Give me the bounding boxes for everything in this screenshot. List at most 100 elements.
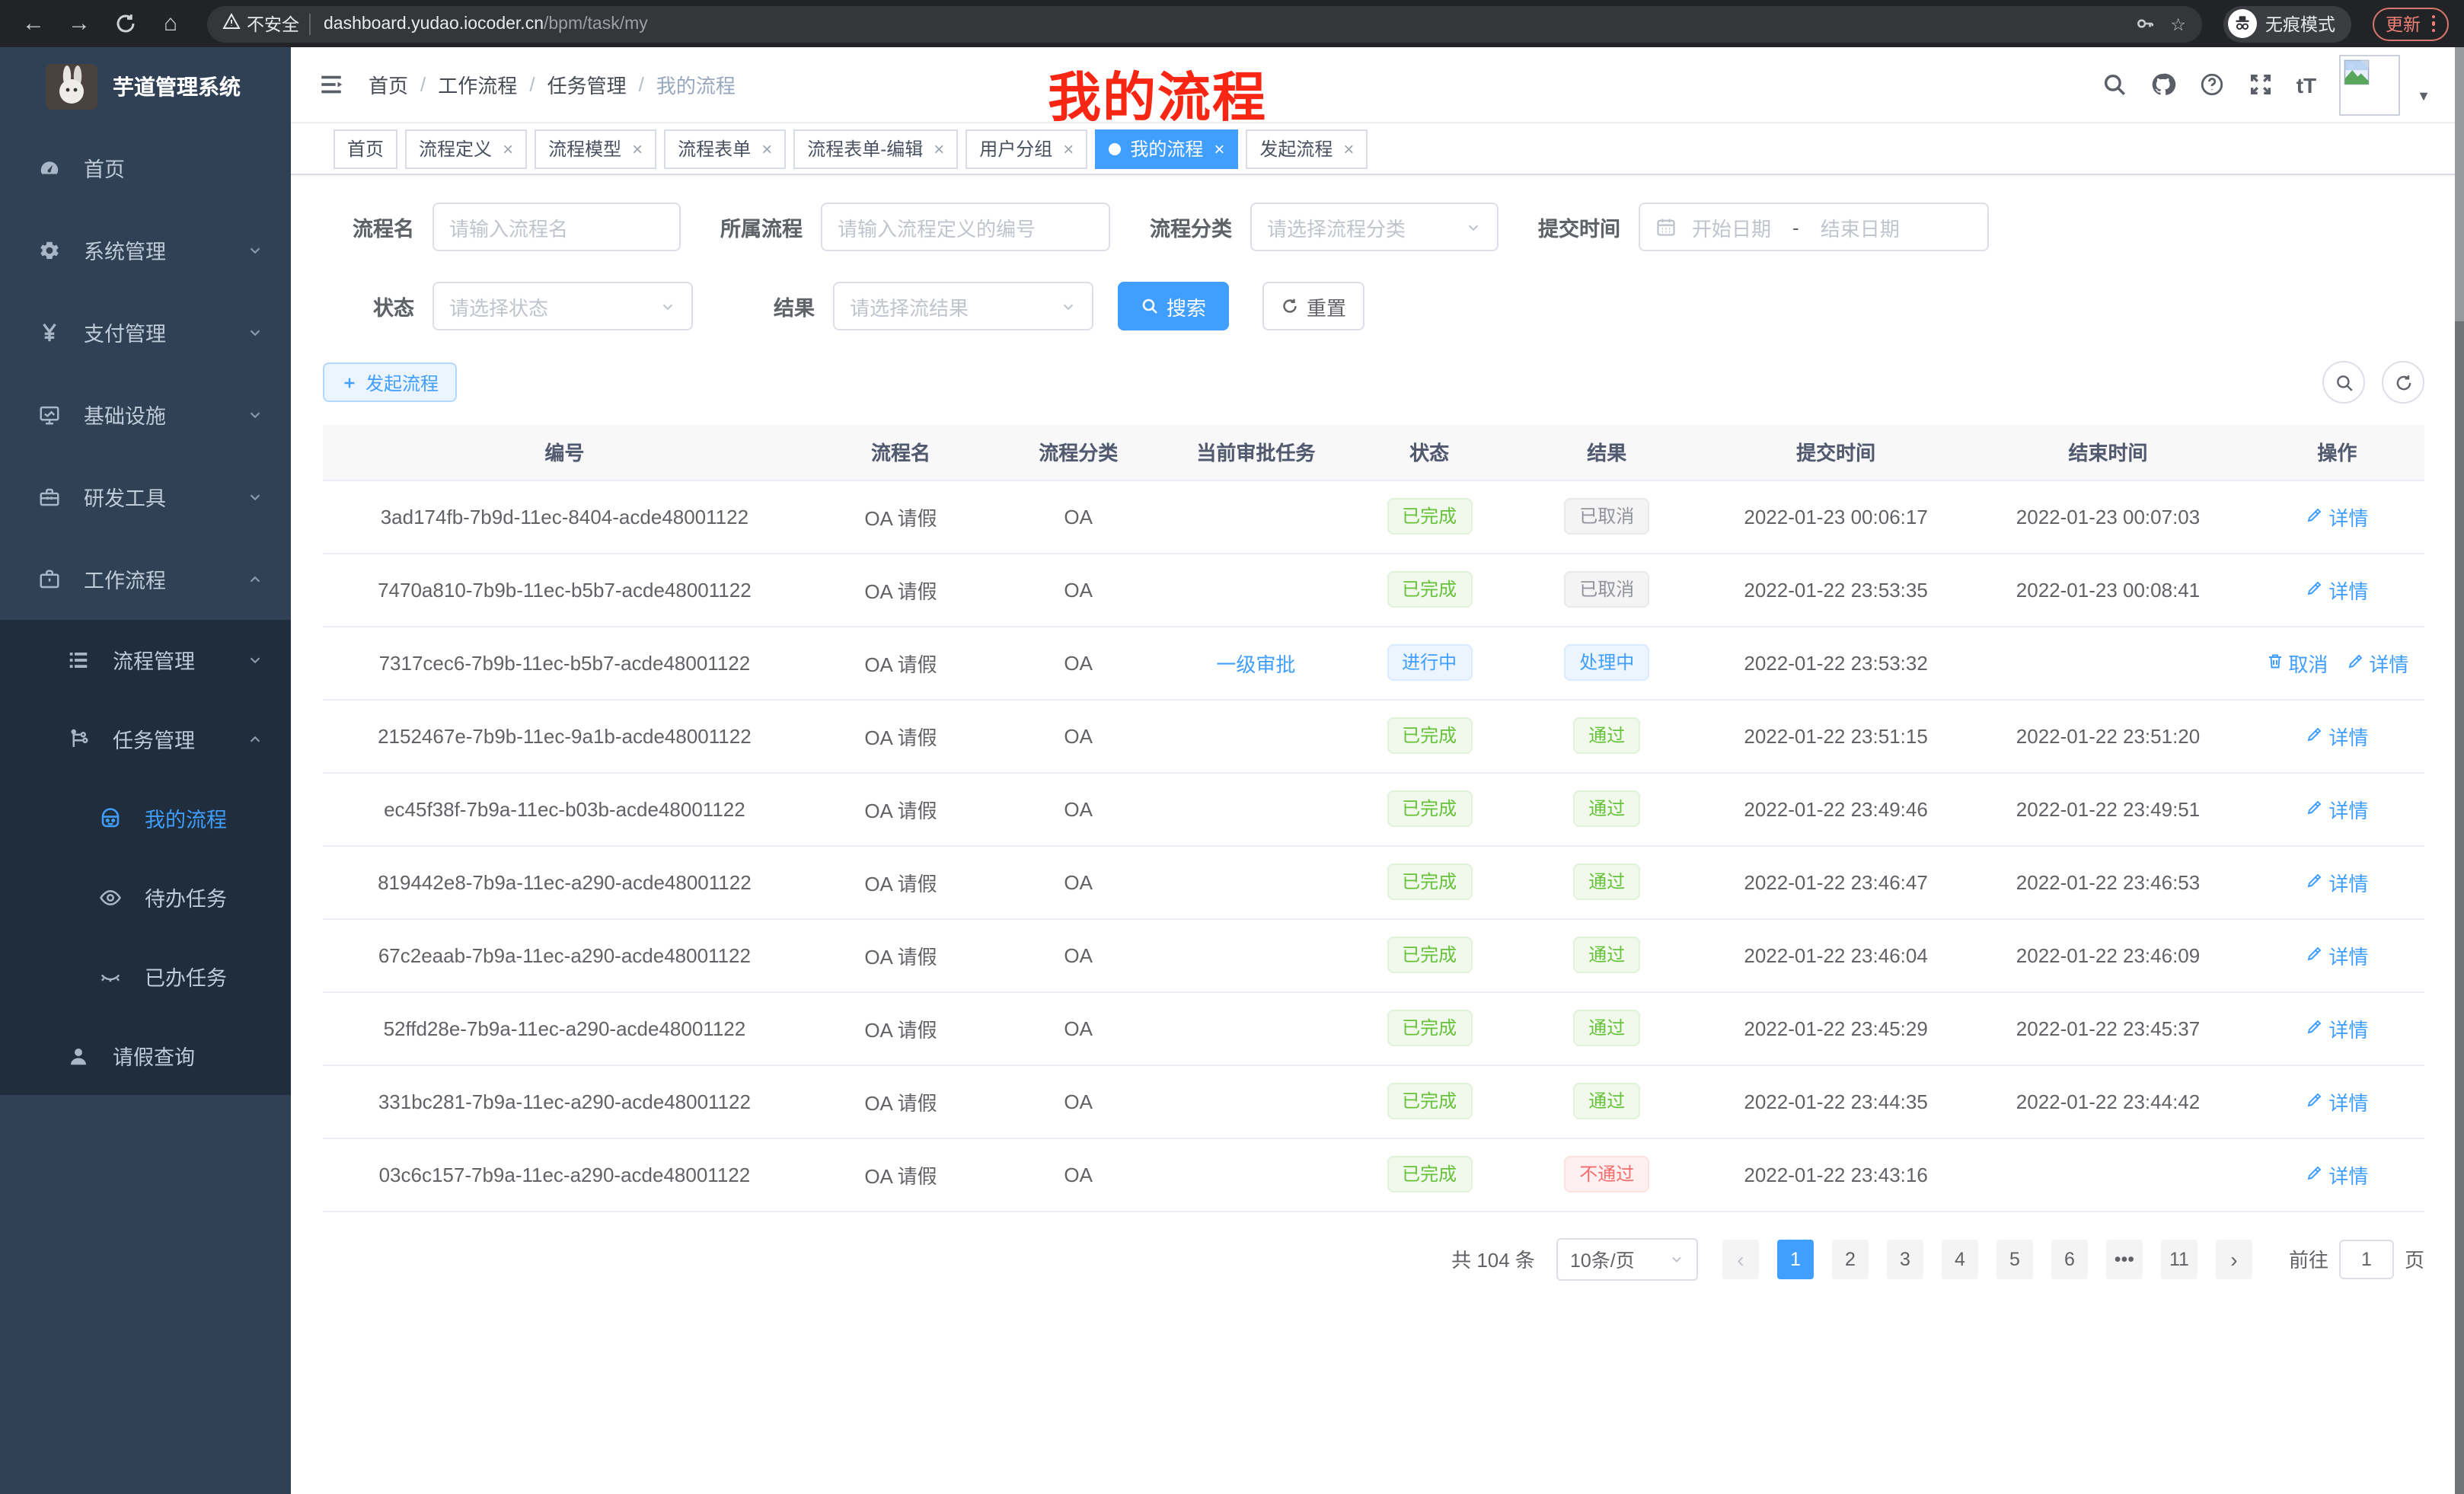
close-icon[interactable]: × bbox=[1343, 139, 1354, 158]
detail-link[interactable]: 详情 bbox=[2306, 575, 2368, 604]
page-button-1[interactable]: 1 bbox=[1777, 1239, 1814, 1279]
github-icon[interactable] bbox=[2150, 72, 2176, 97]
detail-link[interactable]: 详情 bbox=[2306, 940, 2368, 969]
detail-link[interactable]: 详情 bbox=[2346, 648, 2408, 677]
search-button[interactable]: 搜索 bbox=[1118, 282, 1229, 330]
detail-link[interactable]: 详情 bbox=[2306, 867, 2368, 896]
tab-4[interactable]: 流程表单-编辑× bbox=[793, 129, 958, 168]
close-icon[interactable]: × bbox=[761, 139, 772, 158]
pager-ellipsis[interactable]: ••• bbox=[2106, 1239, 2143, 1279]
sidebar-item-5[interactable]: 工作流程 bbox=[0, 538, 291, 620]
show-search-icon[interactable] bbox=[2322, 361, 2365, 404]
status-select[interactable]: 请选择状态 bbox=[432, 282, 693, 330]
sidebar-item-2[interactable]: 支付管理 bbox=[0, 291, 291, 373]
cell-result: 处理中 bbox=[1508, 626, 1706, 699]
detail-link[interactable]: 详情 bbox=[2306, 1160, 2368, 1189]
tab-3[interactable]: 流程表单× bbox=[664, 129, 786, 168]
tab-6[interactable]: 我的流程× bbox=[1095, 129, 1238, 168]
page-button-5[interactable]: 5 bbox=[1996, 1239, 2033, 1279]
result-select[interactable]: 请选择流结果 bbox=[833, 282, 1093, 330]
fullscreen-icon[interactable] bbox=[2248, 72, 2274, 97]
tab-2[interactable]: 流程模型× bbox=[535, 129, 656, 168]
close-icon[interactable]: × bbox=[632, 139, 643, 158]
detail-link[interactable]: 详情 bbox=[2306, 1014, 2368, 1042]
close-icon[interactable]: × bbox=[1214, 139, 1224, 158]
close-icon[interactable]: × bbox=[1063, 139, 1074, 158]
next-page-button[interactable]: › bbox=[2216, 1239, 2252, 1279]
detail-link[interactable]: 详情 bbox=[2306, 721, 2368, 750]
cell-id: 67c2eaab-7b9a-11ec-a290-acde48001122 bbox=[323, 918, 806, 991]
chevron-down-icon bbox=[1060, 298, 1077, 314]
detail-link[interactable]: 详情 bbox=[2306, 1087, 2368, 1116]
reset-button[interactable]: 重置 bbox=[1262, 282, 1364, 330]
result-badge: 通过 bbox=[1573, 937, 1640, 973]
sidebar-item-4[interactable]: 研发工具 bbox=[0, 455, 291, 538]
tab-5[interactable]: 用户分组× bbox=[965, 129, 1087, 168]
breadcrumb-item[interactable]: 工作流程 bbox=[438, 70, 517, 99]
sidebar-item-1[interactable]: 系统管理 bbox=[0, 209, 291, 291]
sidebar-item-6[interactable]: 流程管理 bbox=[0, 620, 291, 699]
create-process-button[interactable]: 发起流程 bbox=[323, 362, 457, 402]
goto-page-input[interactable]: 1 bbox=[2339, 1239, 2394, 1279]
tab-7[interactable]: 发起流程× bbox=[1246, 129, 1368, 168]
cancel-link[interactable]: 取消 bbox=[2265, 648, 2328, 677]
page-button-11[interactable]: 11 bbox=[2161, 1239, 2197, 1279]
breadcrumb-item[interactable]: 首页 bbox=[369, 70, 408, 99]
help-icon[interactable] bbox=[2199, 72, 2225, 97]
cell-id: 7470a810-7b9b-11ec-b5b7-acde48001122 bbox=[323, 553, 806, 626]
table-tools bbox=[2322, 361, 2424, 404]
sidebar-item-9[interactable]: 待办任务 bbox=[0, 857, 291, 937]
browser-back-icon[interactable]: ← bbox=[15, 5, 52, 42]
sidebar-item-0[interactable]: 首页 bbox=[0, 126, 291, 209]
cell-process-name: OA 请假 bbox=[806, 991, 995, 1065]
browser-forward-icon[interactable]: → bbox=[61, 5, 97, 42]
submit-time-range-picker[interactable]: 开始日期 - 结束日期 bbox=[1639, 203, 1989, 251]
url-bar[interactable]: 不安全 dashboard.yudao.iocoder.cn /bpm/task… bbox=[207, 5, 2201, 42]
cell-result: 通过 bbox=[1508, 845, 1706, 918]
font-size-icon[interactable]: tT bbox=[2296, 72, 2316, 97]
breadcrumb-item[interactable]: 任务管理 bbox=[547, 70, 627, 99]
prev-page-button[interactable]: ‹ bbox=[1722, 1239, 1759, 1279]
detail-link[interactable]: 详情 bbox=[2306, 502, 2368, 531]
hamburger-icon[interactable] bbox=[318, 72, 344, 97]
page-button-4[interactable]: 4 bbox=[1942, 1239, 1978, 1279]
task-link[interactable]: 一级审批 bbox=[1216, 653, 1295, 675]
scrollbar-thumb[interactable] bbox=[2455, 47, 2464, 321]
browser-toolbar: ← → ⌂ 不安全 dashboard.yudao.iocoder.cn /bp… bbox=[0, 0, 2464, 47]
cell-end-time: 2022-01-22 23:46:09 bbox=[1966, 918, 2250, 991]
browser-reload-icon[interactable] bbox=[107, 5, 143, 42]
monitor-icon bbox=[35, 403, 62, 426]
app-logo[interactable]: 芋道管理系统 bbox=[0, 47, 291, 126]
browser-home-icon[interactable]: ⌂ bbox=[152, 5, 189, 42]
header-search-icon[interactable] bbox=[2102, 72, 2127, 97]
page-button-2[interactable]: 2 bbox=[1832, 1239, 1869, 1279]
sidebar-item-11[interactable]: 请假查询 bbox=[0, 1016, 291, 1095]
close-icon[interactable]: × bbox=[934, 139, 944, 158]
process-definition-input[interactable]: 请输入流程定义的编号 bbox=[821, 203, 1110, 251]
tab-0[interactable]: 首页 bbox=[334, 129, 397, 168]
process-name-input[interactable]: 请输入流程名 bbox=[432, 203, 681, 251]
avatar[interactable] bbox=[2339, 54, 2400, 115]
action-label: 详情 bbox=[2328, 1014, 2368, 1042]
sidebar-item-7[interactable]: 任务管理 bbox=[0, 699, 291, 778]
refresh-table-icon[interactable] bbox=[2382, 361, 2424, 404]
sidebar-item-label: 已办任务 bbox=[145, 961, 227, 991]
detail-link[interactable]: 详情 bbox=[2306, 794, 2368, 823]
pen-icon bbox=[2306, 724, 2324, 747]
page-size-select[interactable]: 10条/页 bbox=[1556, 1237, 1698, 1280]
browser-scrollbar[interactable] bbox=[2455, 47, 2464, 1494]
tab-label: 首页 bbox=[347, 136, 384, 161]
sidebar-item-10[interactable]: 已办任务 bbox=[0, 937, 291, 1016]
sidebar-item-3[interactable]: 基础设施 bbox=[0, 373, 291, 455]
process-category-select[interactable]: 请选择流程分类 bbox=[1250, 203, 1499, 251]
bookmark-star-icon[interactable]: ☆ bbox=[2170, 13, 2186, 34]
tab-1[interactable]: 流程定义× bbox=[405, 129, 527, 168]
sidebar-item-8[interactable]: 我的流程 bbox=[0, 778, 291, 857]
page-button-6[interactable]: 6 bbox=[2051, 1239, 2088, 1279]
browser-menu-icon[interactable] bbox=[2431, 15, 2435, 33]
page-button-3[interactable]: 3 bbox=[1887, 1239, 1923, 1279]
close-icon[interactable]: × bbox=[503, 139, 513, 158]
avatar-caret-icon[interactable]: ▼ bbox=[2417, 88, 2430, 103]
password-key-icon[interactable] bbox=[2135, 14, 2155, 34]
update-button[interactable]: 更新 bbox=[2372, 7, 2449, 40]
